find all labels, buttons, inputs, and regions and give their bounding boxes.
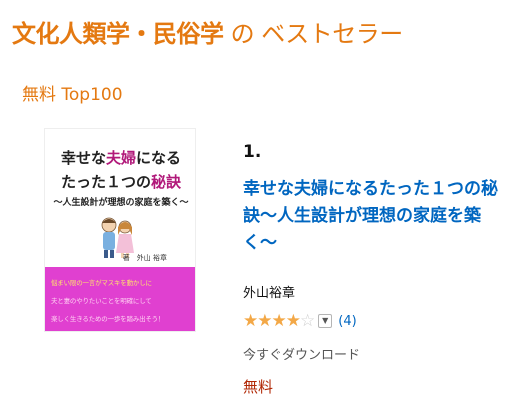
cover-title-line2: たった１つの秘訣 [45, 171, 195, 192]
rating-row: ★ ★ ★ ★ ☆ ▼ (4) [243, 312, 357, 330]
cover-subtitle: 〜人生設計が理想の家庭を築く〜 [53, 198, 189, 208]
book-cover[interactable]: 幸せな夫婦になる たった１つの秘訣 〜人生設計が理想の家庭を築く〜 著 外山 裕… [44, 128, 196, 332]
cover-top-area: 幸せな夫婦になる たった１つの秘訣 〜人生設計が理想の家庭を築く〜 著 外山 裕… [45, 129, 195, 267]
title-suffix: の ベストセラー [223, 20, 404, 48]
star-empty-icon: ☆ [300, 311, 315, 331]
cover-blurb-band: 悩まい限の一言がマスキを動かしに 夫と妻のやりたいことを明確にして 楽しく生きる… [45, 267, 195, 331]
cover-blurb-line: 夫と妻のやりたいことを明確にして [51, 297, 152, 305]
cover-author: 著 外山 裕章 [122, 254, 167, 262]
cover-blurb-line: 悩まい限の一言がマスキを動かしに [51, 279, 152, 287]
star-rating[interactable]: ★ ★ ★ ★ ☆ [243, 311, 315, 331]
page-title: 文化人類学・民俗学 の ベストセラー [12, 14, 403, 49]
author-name: 外山裕章 [243, 286, 296, 301]
star-full-icon: ★ [271, 311, 287, 331]
chevron-down-icon[interactable]: ▼ [318, 314, 333, 328]
bestseller-page: 文化人類学・民俗学 の ベストセラー 無料 Top100 幸せな夫婦になる たっ… [0, 0, 508, 417]
cover-text: たった１つの [60, 173, 151, 191]
price: 無料 [243, 378, 274, 396]
list-subheading: 無料 Top100 [22, 85, 123, 105]
rank-number: 1. [243, 142, 262, 162]
cover-text: 幸せな [60, 149, 106, 167]
book-title-link[interactable]: 幸せな夫婦になるたった１つの秘訣〜人生設計が理想の家庭を築く〜 [243, 176, 501, 257]
cover-text: になる [136, 149, 182, 167]
star-full-icon: ★ [243, 311, 258, 331]
review-count-link[interactable]: (4) [338, 314, 356, 329]
format-label: 今すぐダウンロード [243, 348, 361, 363]
star-full-icon: ★ [257, 311, 272, 331]
cover-title-line1: 幸せな夫婦になる [45, 147, 195, 168]
cover-text-highlight: 秘訣 [151, 173, 182, 191]
star-full-icon: ★ [285, 311, 301, 331]
cover-blurb-line: 楽しく生きるための一歩を踏み出そう！ [51, 315, 165, 323]
category-name[interactable]: 文化人類学・民俗学 [12, 20, 224, 48]
cover-text-highlight: 夫婦 [105, 149, 136, 167]
